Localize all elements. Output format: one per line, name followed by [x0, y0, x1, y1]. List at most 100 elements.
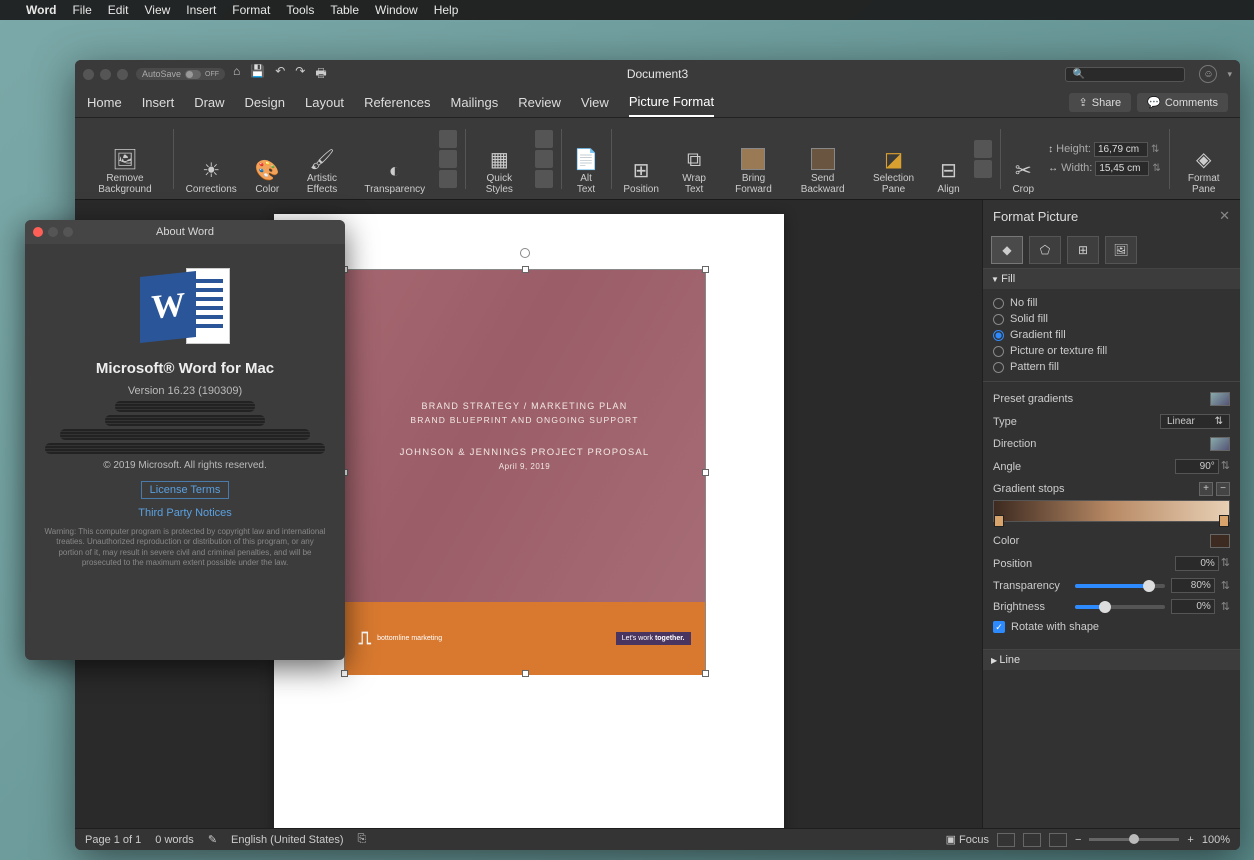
menu-insert[interactable]: Insert: [186, 3, 216, 17]
tab-view[interactable]: View: [581, 89, 609, 116]
resize-handle[interactable]: [702, 670, 709, 677]
page-indicator[interactable]: Page 1 of 1: [85, 834, 141, 846]
alt-text-button[interactable]: 📄Alt Text: [565, 118, 606, 199]
position-button[interactable]: ⊞Position: [615, 118, 667, 199]
resize-handle[interactable]: [522, 670, 529, 677]
pane-tab-layout-icon[interactable]: ⊞: [1067, 236, 1099, 264]
tab-layout[interactable]: Layout: [305, 89, 344, 116]
resize-handle[interactable]: [341, 670, 348, 677]
zoom-slider[interactable]: [1089, 838, 1179, 841]
home-icon[interactable]: ⌂: [233, 64, 240, 85]
rotate-with-shape-checkbox[interactable]: ✓Rotate with shape: [993, 617, 1230, 637]
wrap-text-button[interactable]: ⧉Wrap Text: [669, 118, 719, 199]
tab-draw[interactable]: Draw: [194, 89, 224, 116]
line-section-header[interactable]: Line: [983, 650, 1240, 670]
tab-picture-format[interactable]: Picture Format: [629, 88, 714, 117]
pane-tab-picture-icon[interactable]: 🖼: [1105, 236, 1137, 264]
brightness-slider[interactable]: [1075, 605, 1165, 609]
undo-icon[interactable]: ↶: [275, 64, 285, 85]
transparency-button[interactable]: ◐Transparency: [356, 118, 433, 199]
print-icon[interactable]: 🖶: [315, 64, 326, 85]
chevron-down-icon[interactable]: ▾: [1227, 69, 1232, 80]
resize-handle[interactable]: [702, 469, 709, 476]
share-button[interactable]: ⇪Share: [1069, 93, 1132, 112]
direction-picker[interactable]: [1210, 437, 1230, 451]
menu-edit[interactable]: Edit: [108, 3, 129, 17]
pane-tab-fill-icon[interactable]: ◆: [991, 236, 1023, 264]
height-input[interactable]: 16,79 cm: [1094, 142, 1148, 157]
menu-format[interactable]: Format: [232, 3, 270, 17]
menu-tools[interactable]: Tools: [286, 3, 314, 17]
close-pane-icon[interactable]: ✕: [1219, 208, 1230, 224]
gradient-stops-slider[interactable]: [993, 500, 1230, 522]
brightness-input[interactable]: 0%: [1171, 599, 1215, 614]
rotate-handle[interactable]: [520, 248, 530, 258]
tab-design[interactable]: Design: [245, 89, 285, 116]
fill-solid-radio[interactable]: Solid fill: [993, 311, 1230, 327]
send-backward-button[interactable]: Send Backward: [788, 118, 858, 199]
bring-forward-button[interactable]: Bring Forward: [721, 118, 785, 199]
tab-review[interactable]: Review: [518, 89, 561, 116]
crop-button[interactable]: ✂Crop: [1004, 118, 1042, 199]
selected-picture[interactable]: BRAND STRATEGY / MARKETING PLAN BRAND BL…: [344, 269, 706, 674]
selection-pane-button[interactable]: ◪Selection Pane: [860, 118, 928, 199]
about-window-controls[interactable]: [33, 227, 73, 237]
menu-window[interactable]: Window: [375, 3, 418, 17]
fill-none-radio[interactable]: No fill: [993, 295, 1230, 311]
tab-home[interactable]: Home: [87, 89, 122, 116]
quick-styles-button[interactable]: ▦Quick Styles: [470, 118, 529, 199]
view-web-icon[interactable]: [1023, 833, 1041, 847]
width-input[interactable]: 15,45 cm: [1095, 161, 1149, 176]
color-button[interactable]: 🎨Color: [247, 118, 288, 199]
border-icon[interactable]: [535, 130, 553, 148]
stop-color-picker[interactable]: [1210, 534, 1230, 548]
zoom-level[interactable]: 100%: [1202, 834, 1230, 846]
format-pane-button[interactable]: ◈Format Pane: [1173, 118, 1234, 199]
menu-app[interactable]: Word: [26, 3, 56, 17]
fill-picture-radio[interactable]: Picture or texture fill: [993, 343, 1230, 359]
transparency-slider[interactable]: [1075, 584, 1165, 588]
comments-button[interactable]: 💬Comments: [1137, 93, 1228, 112]
resize-handle[interactable]: [702, 266, 709, 273]
pane-tab-effects-icon[interactable]: ⬠: [1029, 236, 1061, 264]
menu-table[interactable]: Table: [330, 3, 359, 17]
save-icon[interactable]: 💾: [250, 64, 265, 85]
artistic-effects-button[interactable]: 🖌Artistic Effects: [290, 118, 355, 199]
menu-file[interactable]: File: [72, 3, 91, 17]
compress-icon[interactable]: [439, 130, 457, 148]
fill-pattern-radio[interactable]: Pattern fill: [993, 359, 1230, 375]
view-print-icon[interactable]: [997, 833, 1015, 847]
third-party-link[interactable]: Third Party Notices: [25, 507, 345, 519]
gradient-type-select[interactable]: Linear⇅: [1160, 414, 1230, 429]
group-icon[interactable]: [974, 140, 992, 158]
redo-icon[interactable]: ↷: [295, 64, 305, 85]
macro-icon[interactable]: ⎘: [358, 833, 367, 846]
layout-icon[interactable]: [535, 170, 553, 188]
fill-section-header[interactable]: Fill: [983, 269, 1240, 289]
profile-icon[interactable]: ☺: [1199, 65, 1217, 83]
zoom-out-icon[interactable]: −: [1075, 834, 1081, 846]
fill-gradient-radio[interactable]: Gradient fill: [993, 327, 1230, 343]
rotate-icon[interactable]: [974, 160, 992, 178]
align-button[interactable]: ⊟Align: [929, 118, 967, 199]
add-stop-button[interactable]: +: [1199, 482, 1213, 496]
transparency-input[interactable]: 80%: [1171, 578, 1215, 593]
resize-handle[interactable]: [522, 266, 529, 273]
tab-mailings[interactable]: Mailings: [451, 89, 499, 116]
tab-insert[interactable]: Insert: [142, 89, 175, 116]
menu-help[interactable]: Help: [434, 3, 459, 17]
spellcheck-icon[interactable]: ✎: [208, 833, 217, 846]
window-controls[interactable]: [83, 69, 128, 80]
tab-references[interactable]: References: [364, 89, 430, 116]
zoom-in-icon[interactable]: +: [1187, 834, 1193, 846]
remove-stop-button[interactable]: −: [1216, 482, 1230, 496]
focus-mode[interactable]: ▣ Focus: [946, 833, 989, 846]
effects-icon[interactable]: [535, 150, 553, 168]
reset-picture-icon[interactable]: [439, 170, 457, 188]
view-outline-icon[interactable]: [1049, 833, 1067, 847]
search-input[interactable]: 🔍: [1065, 67, 1185, 82]
word-count[interactable]: 0 words: [155, 834, 194, 846]
language-indicator[interactable]: English (United States): [231, 834, 344, 846]
preset-gradients-picker[interactable]: [1210, 392, 1230, 406]
angle-input[interactable]: 90°: [1175, 459, 1219, 474]
